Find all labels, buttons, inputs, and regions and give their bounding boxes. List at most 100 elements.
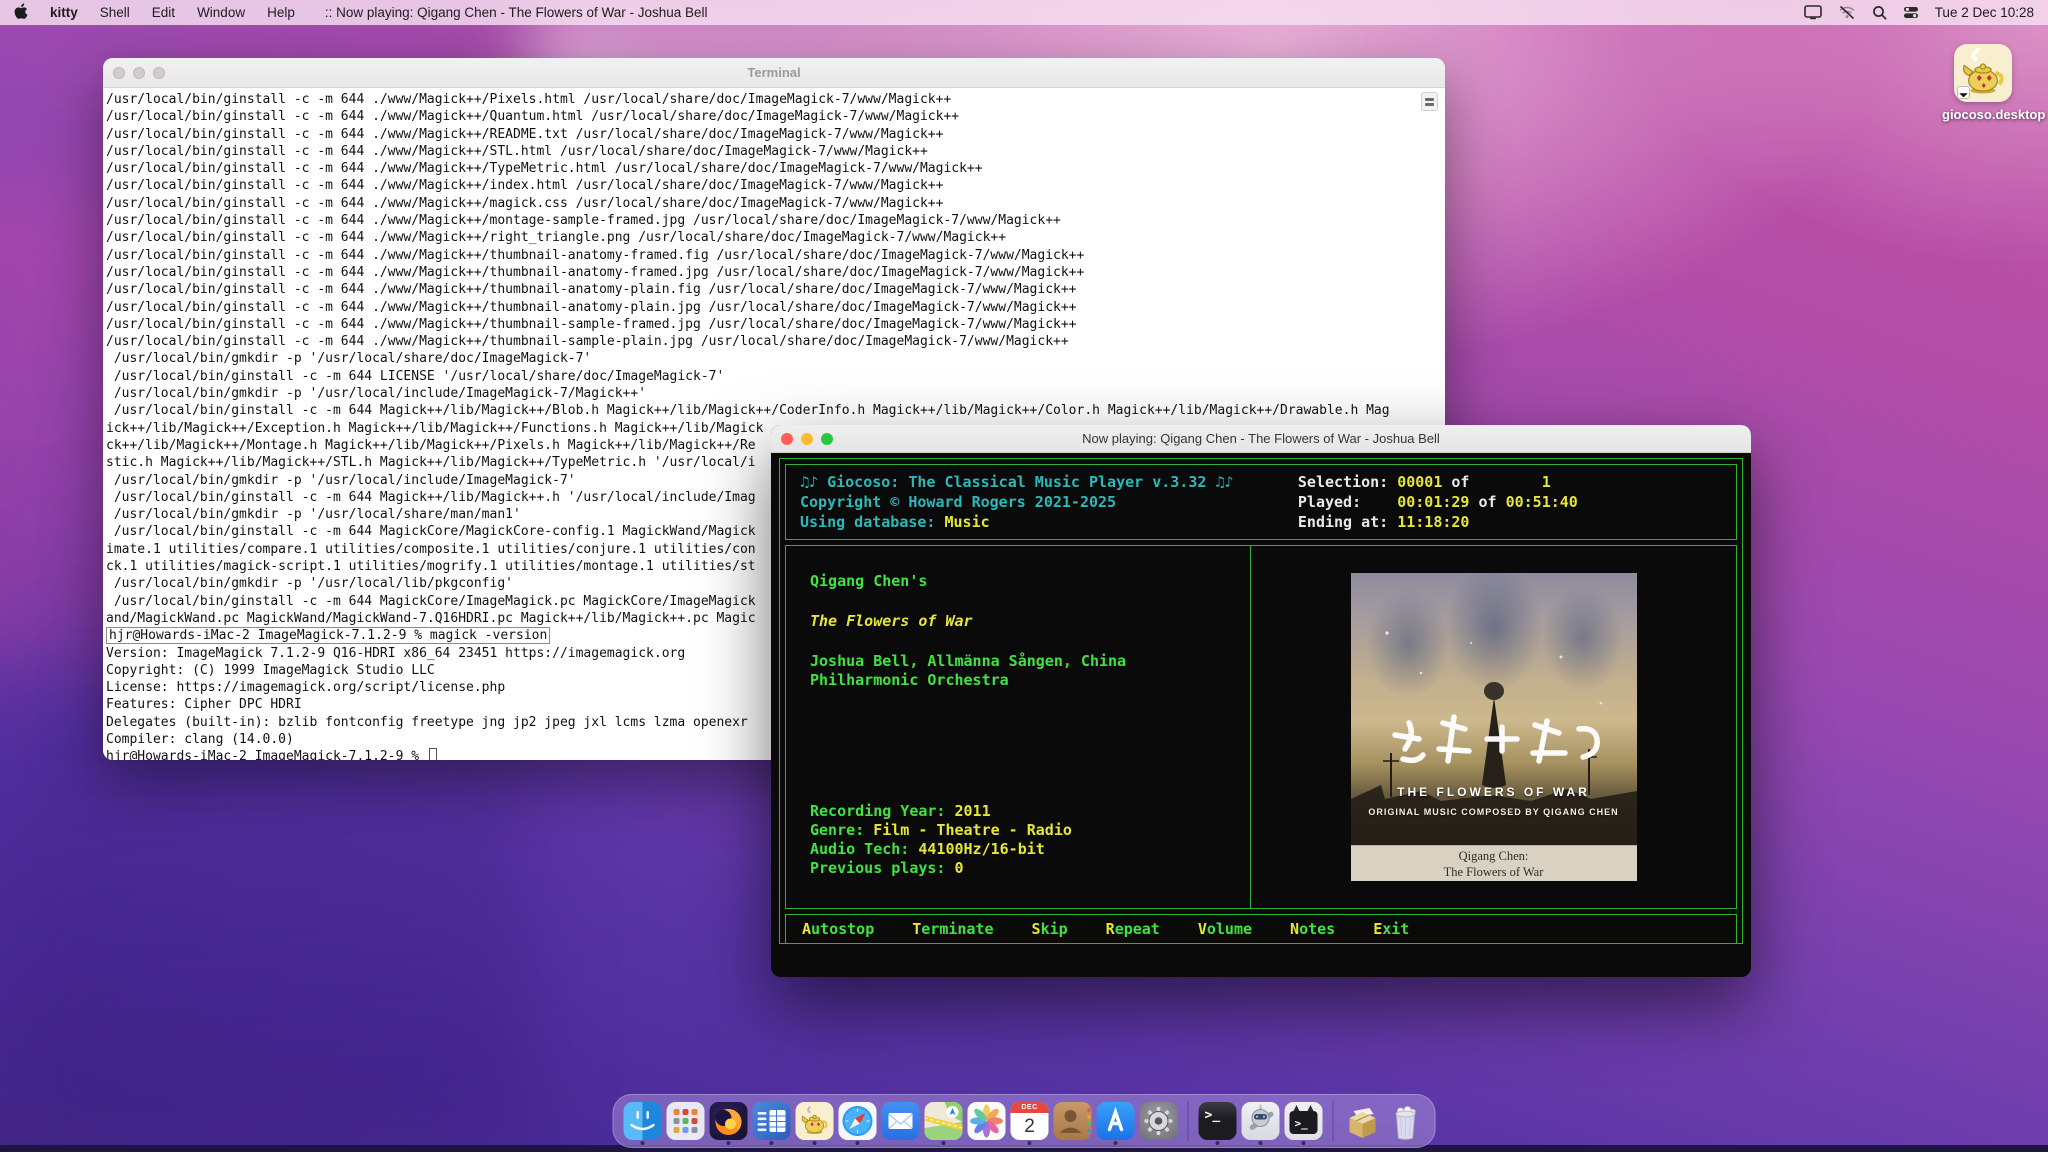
app-store-icon xyxy=(1097,1102,1135,1140)
menu-volume[interactable]: Volume xyxy=(1198,920,1252,938)
desktop-icon-label: giocoso.desktop xyxy=(1942,107,2024,122)
desktop-icon-giocoso[interactable]: giocoso.desktop xyxy=(1942,44,2024,122)
dock-launchpad[interactable] xyxy=(666,1097,706,1145)
scroll-indicator[interactable] xyxy=(1421,92,1438,111)
menu-notes[interactable]: Notes xyxy=(1290,920,1335,938)
work-title: The Flowers of War xyxy=(810,612,1240,630)
dock-automator[interactable] xyxy=(1241,1097,1281,1145)
menu-skip[interactable]: Skip xyxy=(1032,920,1068,938)
zoom-button[interactable] xyxy=(821,433,833,445)
gear-icon xyxy=(1140,1102,1178,1140)
launchpad-icon xyxy=(667,1102,705,1140)
calendar-icon: DEC 2 xyxy=(1011,1102,1049,1140)
menu-clock[interactable]: Tue 2 Dec 10:28 xyxy=(1935,5,2034,20)
dock-contacts[interactable] xyxy=(1053,1097,1093,1145)
menu-app-name[interactable]: kitty xyxy=(50,5,78,20)
mail-icon xyxy=(882,1102,920,1140)
maps-icon xyxy=(925,1102,963,1140)
dock-giocoso[interactable] xyxy=(795,1097,835,1145)
dock-package[interactable] xyxy=(1343,1097,1383,1145)
search-icon[interactable] xyxy=(1872,5,1887,20)
minimize-button[interactable] xyxy=(801,433,813,445)
menu-window[interactable]: Window xyxy=(197,5,245,20)
control-center-icon[interactable] xyxy=(1903,5,1919,20)
apple-menu[interactable] xyxy=(14,3,28,23)
dock-terminal[interactable]: >_ xyxy=(1198,1097,1238,1145)
database-name: Music xyxy=(945,513,990,531)
menu-edit[interactable]: Edit xyxy=(152,5,175,20)
audio-tech: 44100Hz/16-bit xyxy=(918,840,1044,858)
finder-icon xyxy=(624,1102,662,1140)
documents-app-icon xyxy=(753,1102,791,1140)
terminal-line: /usr/local/bin/ginstall -c -m 644 ./www/… xyxy=(106,195,1441,212)
teapot-icon xyxy=(1954,44,2012,102)
terminal-cursor xyxy=(429,748,437,760)
dock-divider xyxy=(1188,1101,1189,1141)
dock-trash[interactable] xyxy=(1386,1097,1426,1145)
terminal-line: /usr/local/bin/gmkdir -p '/usr/local/sha… xyxy=(106,350,1441,367)
player-body: ♫♪ Giocoso: The Classical Music Player v… xyxy=(771,453,1751,977)
menu-shell[interactable]: Shell xyxy=(100,5,130,20)
kitty-cat-icon: >_ xyxy=(1285,1102,1323,1140)
composer-name: Qigang Chen's xyxy=(810,572,1240,590)
dock-firefox[interactable] xyxy=(709,1097,749,1145)
alias-arrow-icon xyxy=(1957,86,1970,99)
album-art-panel: THE FLOWERS OF WAR ORIGINAL MUSIC COMPOS… xyxy=(1250,546,1736,908)
dock-mail[interactable] xyxy=(881,1097,921,1145)
artists: Joshua Bell, Allmänna Sången, China Phil… xyxy=(810,652,1200,690)
dock-photos[interactable] xyxy=(967,1097,1007,1145)
terminal-window-title: Terminal xyxy=(103,65,1445,80)
zoom-button[interactable] xyxy=(153,67,165,79)
previous-plays: 0 xyxy=(955,859,964,877)
selection-row: Selection:00001 of 1 xyxy=(1298,472,1722,492)
minimize-button[interactable] xyxy=(133,67,145,79)
genre: Film - Theatre - Radio xyxy=(873,821,1072,839)
automator-robot-icon xyxy=(1242,1102,1280,1140)
menu-now-playing-status[interactable]: :: Now playing: Qigang Chen - The Flower… xyxy=(325,5,708,20)
menu-terminate[interactable]: Terminate xyxy=(912,920,993,938)
firefox-icon xyxy=(710,1102,748,1140)
menu-help[interactable]: Help xyxy=(267,5,295,20)
dock-documents-app[interactable] xyxy=(752,1097,792,1145)
terminal-line: /usr/local/bin/ginstall -c -m 644 ./www/… xyxy=(106,177,1441,194)
wifi-off-icon[interactable] xyxy=(1838,5,1856,20)
display-icon[interactable] xyxy=(1804,5,1822,20)
terminal-line: /usr/local/bin/ginstall -c -m 644 ./www/… xyxy=(106,264,1441,281)
close-button[interactable] xyxy=(781,433,793,445)
terminal-line: /usr/local/bin/ginstall -c -m 644 ./www/… xyxy=(106,247,1441,264)
dock-maps[interactable] xyxy=(924,1097,964,1145)
terminal-line: /usr/local/bin/ginstall -c -m 644 ./www/… xyxy=(106,108,1441,125)
player-database: Using database: Music xyxy=(800,512,1298,532)
contacts-icon xyxy=(1054,1102,1092,1140)
dock-app-store[interactable] xyxy=(1096,1097,1136,1145)
player-window-title: Now playing: Qigang Chen - The Flowers o… xyxy=(771,431,1751,446)
terminal-line: /usr/local/bin/ginstall -c -m 644 ./www/… xyxy=(106,333,1441,350)
player-titlebar[interactable]: Now playing: Qigang Chen - The Flowers o… xyxy=(771,425,1751,453)
menu-autostop[interactable]: Autostop xyxy=(802,920,874,938)
menu-repeat[interactable]: Repeat xyxy=(1106,920,1160,938)
photos-icon xyxy=(968,1102,1006,1140)
player-main: Qigang Chen's The Flowers of War Joshua … xyxy=(785,545,1737,909)
recording-year: 2011 xyxy=(955,802,991,820)
desktop: kitty Shell Edit Window Help :: Now play… xyxy=(0,0,2048,1152)
terminal-titlebar[interactable]: Terminal xyxy=(103,58,1445,88)
menu-exit[interactable]: Exit xyxy=(1373,920,1409,938)
played-row: Played:00:01:29 of 00:51:40 xyxy=(1298,492,1722,512)
terminal-app-icon: >_ xyxy=(1199,1102,1237,1140)
close-button[interactable] xyxy=(113,67,125,79)
apple-icon xyxy=(14,3,28,20)
dock-kitty[interactable]: >_ xyxy=(1284,1097,1324,1145)
terminal-line: /usr/local/bin/ginstall -c -m 644 ./www/… xyxy=(106,316,1441,333)
dock-finder[interactable] xyxy=(623,1097,663,1145)
dock-safari[interactable] xyxy=(838,1097,878,1145)
terminal-line: /usr/local/bin/gmkdir -p '/usr/local/inc… xyxy=(106,385,1441,402)
album-title: THE FLOWERS OF WAR xyxy=(1351,785,1637,799)
menu-bar: kitty Shell Edit Window Help :: Now play… xyxy=(0,0,2048,25)
dock-system-settings[interactable] xyxy=(1139,1097,1179,1145)
album-caption: Qigang Chen: The Flowers of War xyxy=(1351,845,1637,881)
ending-row: Ending at:11:18:20 xyxy=(1298,512,1722,532)
terminal-line: /usr/local/bin/ginstall -c -m 644 ./www/… xyxy=(106,91,1441,108)
now-playing-window: Now playing: Qigang Chen - The Flowers o… xyxy=(771,425,1751,977)
dock-calendar[interactable]: DEC 2 xyxy=(1010,1097,1050,1145)
player-banner: ♫♪ Giocoso: The Classical Music Player v… xyxy=(800,472,1298,492)
